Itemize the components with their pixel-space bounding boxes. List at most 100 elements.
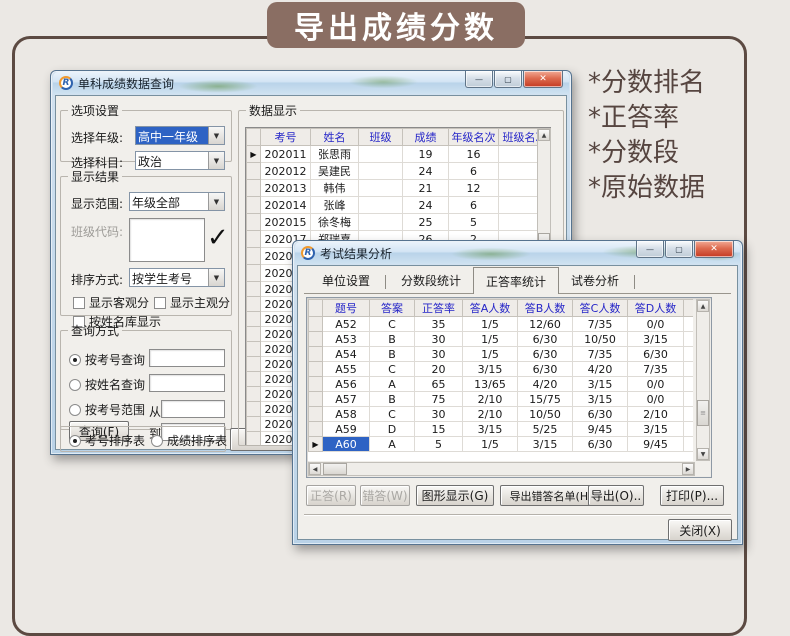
graph-display-button[interactable]: 图形显示(G) [416, 485, 494, 506]
table-cell[interactable]: A55 [323, 362, 370, 377]
table-cell[interactable]: A56 [323, 377, 370, 392]
export-button[interactable]: 导出(O).. [588, 485, 644, 506]
table-cell[interactable] [359, 163, 403, 180]
column-header[interactable]: 班级 [359, 129, 403, 146]
table-cell[interactable]: 20 [415, 362, 463, 377]
table-row[interactable]: 202012吴建民246 [247, 163, 551, 180]
range-combobox[interactable]: 年级全部 ▼ [129, 192, 225, 211]
table-cell[interactable] [359, 197, 403, 214]
table-cell[interactable]: A53 [323, 332, 370, 347]
table-cell[interactable]: 202014 [261, 197, 311, 214]
table-cell[interactable]: 1/5 [463, 317, 518, 332]
row-selector[interactable] [247, 282, 261, 297]
scroll-track[interactable]: ≡ [697, 312, 709, 448]
row-selector[interactable] [247, 180, 261, 197]
table-cell[interactable]: 6/30 [628, 347, 684, 362]
table-cell[interactable] [684, 392, 694, 407]
close-button[interactable]: ✕ [694, 241, 734, 258]
table-cell[interactable]: 1/5 [463, 332, 518, 347]
table-cell[interactable]: 7/35 [573, 347, 628, 362]
table-cell[interactable]: 3/15 [628, 422, 684, 437]
table-cell[interactable]: 5 [449, 214, 499, 231]
table-cell[interactable]: C [370, 407, 415, 422]
table-cell[interactable]: 2/10 [463, 407, 518, 422]
row-selector[interactable] [247, 372, 261, 387]
row-selector[interactable] [247, 214, 261, 231]
correct-rate-table[interactable]: 题号答案正答率答A人数答B人数答C人数答D人数A52C351/512/607/3… [308, 299, 693, 461]
table-cell[interactable]: A59 [323, 422, 370, 437]
table-cell[interactable]: 3/15 [463, 422, 518, 437]
radio-circle[interactable] [69, 404, 81, 416]
table-cell[interactable]: 15 [415, 422, 463, 437]
table-row[interactable]: 202013韩伟2112 [247, 180, 551, 197]
table-cell[interactable]: A57 [323, 392, 370, 407]
scroll-up-icon[interactable]: ▲ [697, 300, 709, 312]
table-cell[interactable]: 4/20 [573, 362, 628, 377]
table-cell[interactable] [359, 180, 403, 197]
examno-sort-table-radio[interactable]: 考号排序表 [69, 432, 145, 449]
scroll-right-icon[interactable]: ▶ [682, 463, 694, 475]
table-cell[interactable]: 75 [415, 392, 463, 407]
table-row[interactable]: A52C351/512/607/350/0 [309, 317, 694, 332]
table-cell[interactable] [684, 422, 694, 437]
table-cell[interactable]: 30 [415, 332, 463, 347]
table-cell[interactable]: 202015 [261, 214, 311, 231]
dropdown-arrow-icon[interactable]: ▼ [208, 193, 224, 210]
subjective-score-checkbox[interactable]: 显示主观分 [154, 294, 230, 311]
correct-answer-button[interactable]: 正答(R) [306, 485, 356, 506]
table-cell[interactable]: 19 [403, 146, 449, 163]
table-cell[interactable]: 1/5 [463, 437, 518, 452]
scroll-thumb[interactable] [323, 463, 347, 475]
table-cell[interactable]: 21 [403, 180, 449, 197]
table-cell[interactable]: 0/0 [628, 317, 684, 332]
table-cell[interactable]: 35 [415, 317, 463, 332]
column-header[interactable]: 答A人数 [463, 300, 518, 317]
table-cell[interactable]: B [370, 392, 415, 407]
table-cell[interactable]: 13/65 [463, 377, 518, 392]
table-cell[interactable]: 5/25 [518, 422, 573, 437]
table-cell[interactable]: 6/30 [518, 347, 573, 362]
table-cell[interactable]: 6/30 [573, 437, 628, 452]
table-cell[interactable]: B [370, 332, 415, 347]
table-cell[interactable]: 10/50 [573, 332, 628, 347]
minimize-button[interactable]: — [465, 71, 493, 88]
name-query-input[interactable] [149, 374, 225, 392]
row-selector[interactable] [309, 392, 323, 407]
column-header[interactable]: 考号 [261, 129, 311, 146]
row-selector[interactable] [247, 387, 261, 402]
row-selector[interactable] [309, 317, 323, 332]
table-row[interactable]: A56A6513/654/203/150/0 [309, 377, 694, 392]
radio-circle[interactable] [69, 379, 81, 391]
table-cell[interactable]: 30 [415, 407, 463, 422]
table-cell[interactable]: 202012 [261, 163, 311, 180]
table-row[interactable]: ▶A60A51/53/156/309/45 [309, 437, 694, 452]
table-cell[interactable]: C [370, 362, 415, 377]
radio-circle[interactable] [69, 354, 81, 366]
column-header[interactable]: 题号 [323, 300, 370, 317]
table-cell[interactable]: 6/30 [518, 332, 573, 347]
table-cell[interactable]: 7/35 [628, 362, 684, 377]
table-cell[interactable]: 7/35 [573, 317, 628, 332]
table-cell[interactable]: 韩伟 [311, 180, 359, 197]
row-selector[interactable] [309, 332, 323, 347]
column-header[interactable]: 答C人数 [573, 300, 628, 317]
table-cell[interactable]: A [370, 437, 415, 452]
table-cell[interactable]: 2/10 [628, 407, 684, 422]
table-cell[interactable]: 25 [403, 214, 449, 231]
table-cell[interactable]: 12/60 [518, 317, 573, 332]
table-cell[interactable]: B [370, 347, 415, 362]
examno-query-input[interactable] [149, 349, 225, 367]
table-cell[interactable]: 24 [403, 163, 449, 180]
table-cell[interactable]: 65 [415, 377, 463, 392]
row-selector[interactable] [247, 357, 261, 372]
dropdown-arrow-icon[interactable]: ▼ [208, 152, 224, 169]
row-selector[interactable] [247, 327, 261, 342]
table-cell[interactable]: 张峰 [311, 197, 359, 214]
checkbox-box[interactable] [154, 297, 166, 309]
table-cell[interactable]: 5 [415, 437, 463, 452]
table-cell[interactable]: 张思雨 [311, 146, 359, 163]
checkbox-box[interactable] [73, 297, 85, 309]
column-header[interactable]: 答案 [370, 300, 415, 317]
score-sort-table-radio[interactable]: 成绩排序表 [151, 432, 227, 449]
table-row[interactable]: ▶202011张思雨1916 [247, 146, 551, 163]
